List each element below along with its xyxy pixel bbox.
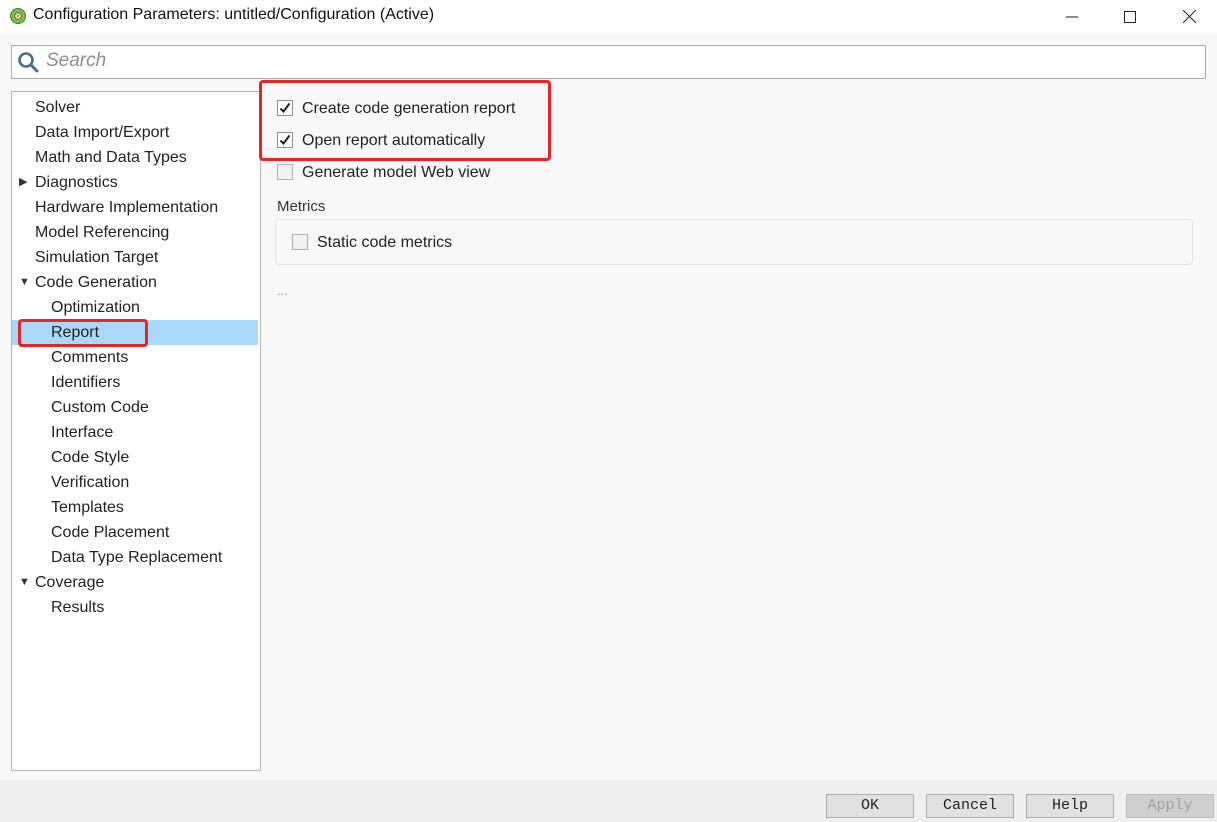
tree-item-label: Math and Data Types: [35, 149, 187, 166]
tree-item-templates[interactable]: Templates: [12, 495, 258, 520]
maximize-icon: [1124, 10, 1136, 23]
simulink-app-icon: [10, 8, 26, 24]
tree-item-code-generation[interactable]: ▼ Code Generation: [12, 270, 258, 295]
tree-item-label: Custom Code: [51, 399, 149, 416]
apply-button[interactable]: Apply: [1126, 794, 1214, 818]
tree-item-hardware-implementation[interactable]: Hardware Implementation: [12, 195, 258, 220]
metrics-section-label: Metrics: [277, 198, 326, 215]
help-button[interactable]: Help: [1026, 794, 1114, 818]
tree-item-label: Comments: [51, 349, 129, 366]
tree-item-solver[interactable]: Solver: [12, 95, 258, 120]
options-highlight-box: [259, 80, 551, 161]
tree-item-data-type-replacement[interactable]: Data Type Replacement: [12, 545, 258, 570]
tree-item-label: Identifiers: [51, 374, 121, 391]
tree-item-label: Verification: [51, 474, 130, 491]
tree-item-label: Code Generation: [35, 274, 157, 291]
ok-button[interactable]: OK: [826, 794, 914, 818]
tree-item-comments[interactable]: Comments: [12, 345, 258, 370]
close-button[interactable]: [1166, 0, 1212, 33]
tree-item-label: Interface: [51, 424, 114, 441]
tree-item-simulation-target[interactable]: Simulation Target: [12, 245, 258, 270]
tree-item-label: Simulation Target: [35, 249, 159, 266]
tree-item-label: Hardware Implementation: [35, 199, 219, 216]
tree-item-label: Data Type Replacement: [51, 549, 223, 566]
search-input[interactable]: [46, 48, 1196, 74]
tree-item-label: Code Style: [51, 449, 130, 466]
collapse-arrow-icon[interactable]: ▼: [19, 270, 31, 295]
tree-item-code-style[interactable]: Code Style: [12, 445, 258, 470]
search-icon: [18, 52, 39, 73]
tree-item-label: Optimization: [51, 299, 140, 316]
close-icon: [1182, 10, 1196, 23]
title-bar: Configuration Parameters: untitled/Confi…: [0, 0, 1217, 33]
tree-item-label: Coverage: [35, 574, 105, 591]
category-tree: Solver Data Import/Export Math and Data …: [11, 91, 261, 771]
tree-item-label: Results: [51, 599, 105, 616]
minimize-icon: [1066, 16, 1078, 17]
tree-item-identifiers[interactable]: Identifiers: [12, 370, 258, 395]
tree-item-data-import-export[interactable]: Data Import/Export: [12, 120, 258, 145]
tree-item-diagnostics[interactable]: ▶ Diagnostics: [12, 170, 258, 195]
report-highlight-box: [18, 319, 148, 347]
tree-item-label: Templates: [51, 499, 124, 516]
expand-arrow-icon[interactable]: ▶: [19, 170, 31, 195]
static-metrics-label: Static code metrics: [317, 234, 453, 251]
web-view-checkbox[interactable]: [277, 164, 293, 180]
collapse-arrow-icon[interactable]: ▼: [19, 570, 31, 595]
tree-item-code-placement[interactable]: Code Placement: [12, 520, 258, 545]
web-view-label: Generate model Web view: [302, 164, 491, 181]
window-title: Configuration Parameters: untitled/Confi…: [33, 6, 435, 23]
cancel-button[interactable]: Cancel: [926, 794, 1014, 818]
tree-item-custom-code[interactable]: Custom Code: [12, 395, 258, 420]
search-box: [11, 45, 1206, 79]
tree-item-label: Code Placement: [51, 524, 170, 541]
tree-item-interface[interactable]: Interface: [12, 420, 258, 445]
tree-item-label: Diagnostics: [35, 174, 118, 191]
tree-item-coverage[interactable]: ▼ Coverage: [12, 570, 258, 595]
tree-item-label: Data Import/Export: [35, 124, 170, 141]
tree-item-model-referencing[interactable]: Model Referencing: [12, 220, 258, 245]
tree-item-math-and-data-types[interactable]: Math and Data Types: [12, 145, 258, 170]
minimize-button[interactable]: [1049, 0, 1095, 33]
tree-item-label: Model Referencing: [35, 224, 170, 241]
static-metrics-checkbox[interactable]: [292, 234, 308, 250]
tree-item-label: Solver: [35, 99, 81, 116]
maximize-button[interactable]: [1107, 0, 1153, 33]
tree-item-results[interactable]: Results: [12, 595, 258, 620]
tree-item-verification[interactable]: Verification: [12, 470, 258, 495]
more-options-ellipsis[interactable]: ...: [277, 283, 288, 298]
tree-item-optimization[interactable]: Optimization: [12, 295, 258, 320]
